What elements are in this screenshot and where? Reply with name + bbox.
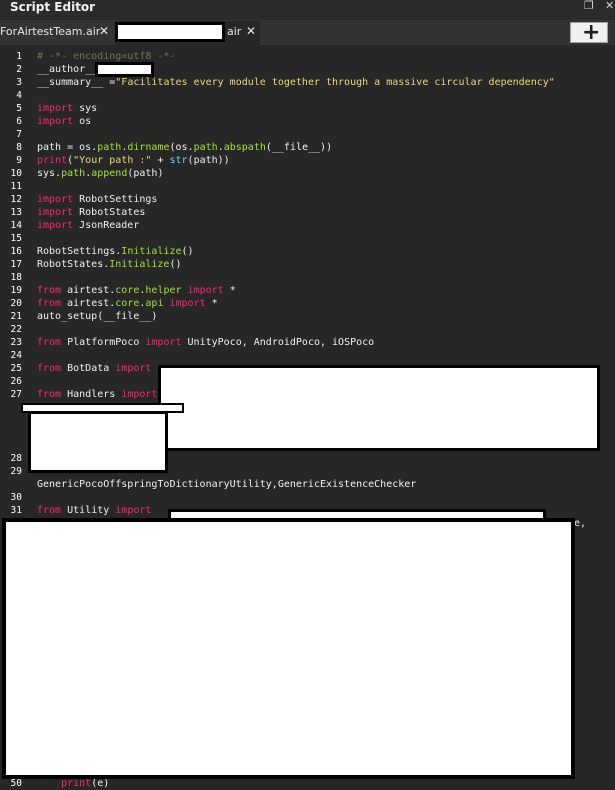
tab-forairtestteam[interactable]: ForAirtestTeam.air ✕ bbox=[0, 21, 115, 45]
line-number: 19 bbox=[10, 285, 22, 296]
code-line: import os bbox=[37, 116, 92, 127]
code-line: from PlatformPoco import UnityPoco, Andr… bbox=[37, 337, 375, 348]
code-line: path = os.path.dirname(os.path.abspath(_… bbox=[37, 142, 333, 153]
line-number: 16 bbox=[10, 246, 22, 257]
redacted-author bbox=[95, 62, 154, 77]
code-line: __summary__ ="Facilitates every module t… bbox=[37, 77, 555, 88]
tab-label: air bbox=[227, 25, 242, 38]
code-line: GenericPocoOffspringToDictionaryUtility,… bbox=[37, 479, 417, 490]
code-line: print("Your path :" + str(path)) bbox=[37, 155, 230, 166]
line-number: 15 bbox=[10, 233, 22, 244]
code-line: RobotSettings.Initialize() bbox=[37, 246, 194, 257]
tab-bar: ForAirtestTeam.air ✕ air ✕ bbox=[0, 20, 615, 45]
line-number: 4 bbox=[16, 90, 22, 101]
line-number: 26 bbox=[10, 376, 22, 387]
code-line: from airtest.core.api import * bbox=[37, 298, 218, 309]
window-title: Script Editor bbox=[10, 0, 96, 14]
tab-close-icon[interactable]: ✕ bbox=[99, 24, 109, 38]
line-number: 8 bbox=[16, 142, 22, 153]
redacted-tab-name bbox=[115, 22, 225, 42]
line-number: 24 bbox=[10, 350, 22, 361]
restore-icon[interactable]: ❐ bbox=[584, 0, 594, 12]
line-number: 11 bbox=[10, 181, 22, 192]
code-line: import JsonReader bbox=[37, 220, 140, 231]
code-line: import RobotSettings bbox=[37, 194, 158, 205]
line-number: 2 bbox=[16, 64, 22, 75]
line-number: 22 bbox=[10, 324, 22, 335]
tab-label: ForAirtestTeam.air bbox=[0, 25, 101, 38]
line-number: 10 bbox=[10, 168, 22, 179]
line-number: 18 bbox=[10, 272, 22, 283]
code-line: sys.path.append(path) bbox=[37, 168, 164, 179]
line-number: 13 bbox=[10, 207, 22, 218]
line-number: 21 bbox=[10, 311, 22, 322]
code-line: RobotStates.Initialize() bbox=[37, 259, 182, 270]
line-number: 20 bbox=[10, 298, 22, 309]
line-number: 29 bbox=[10, 466, 22, 477]
code-line: from BotData import bbox=[37, 363, 152, 374]
line-number: 1 bbox=[16, 51, 22, 62]
line-number: 25 bbox=[10, 363, 22, 374]
plus-icon: + bbox=[582, 20, 601, 45]
line-number: 28 bbox=[10, 453, 22, 464]
line-number: 6 bbox=[16, 116, 22, 127]
line-number: 17 bbox=[10, 259, 22, 270]
line-number: 31 bbox=[10, 505, 22, 516]
code-line: from Handlers import bbox=[37, 389, 158, 400]
code-line: from Utility import bbox=[37, 505, 152, 516]
line-number: 23 bbox=[10, 337, 22, 348]
code-line: import RobotStates bbox=[37, 207, 146, 218]
code-line: auto_setup(__file__) bbox=[37, 311, 158, 322]
code-editor[interactable]: 1 2 3 4 5 6 7 8 9 10 11 12 13 14 15 16 1… bbox=[0, 45, 615, 790]
code-line: e, bbox=[574, 518, 587, 529]
redacted-block bbox=[2, 518, 575, 779]
tab-active-script[interactable]: air ✕ bbox=[115, 21, 260, 45]
line-number: 30 bbox=[10, 492, 22, 503]
line-number: 7 bbox=[16, 129, 22, 140]
line-number: 27 bbox=[10, 389, 22, 400]
line-number: 5 bbox=[16, 103, 22, 114]
close-window-icon[interactable]: ✕ bbox=[605, 0, 614, 12]
line-number: 9 bbox=[16, 155, 22, 166]
add-tab-button[interactable]: + bbox=[570, 20, 608, 45]
title-bar: Script Editor ❐ ✕ bbox=[0, 0, 615, 20]
redacted-block bbox=[28, 411, 168, 473]
line-number: 12 bbox=[10, 194, 22, 205]
line-number: 14 bbox=[10, 220, 22, 231]
tab-close-icon[interactable]: ✕ bbox=[246, 24, 256, 38]
redacted-block bbox=[158, 365, 600, 451]
code-line: from airtest.core.helper import * bbox=[37, 285, 236, 296]
code-line: import sys bbox=[37, 103, 98, 114]
line-number: 3 bbox=[16, 77, 22, 88]
